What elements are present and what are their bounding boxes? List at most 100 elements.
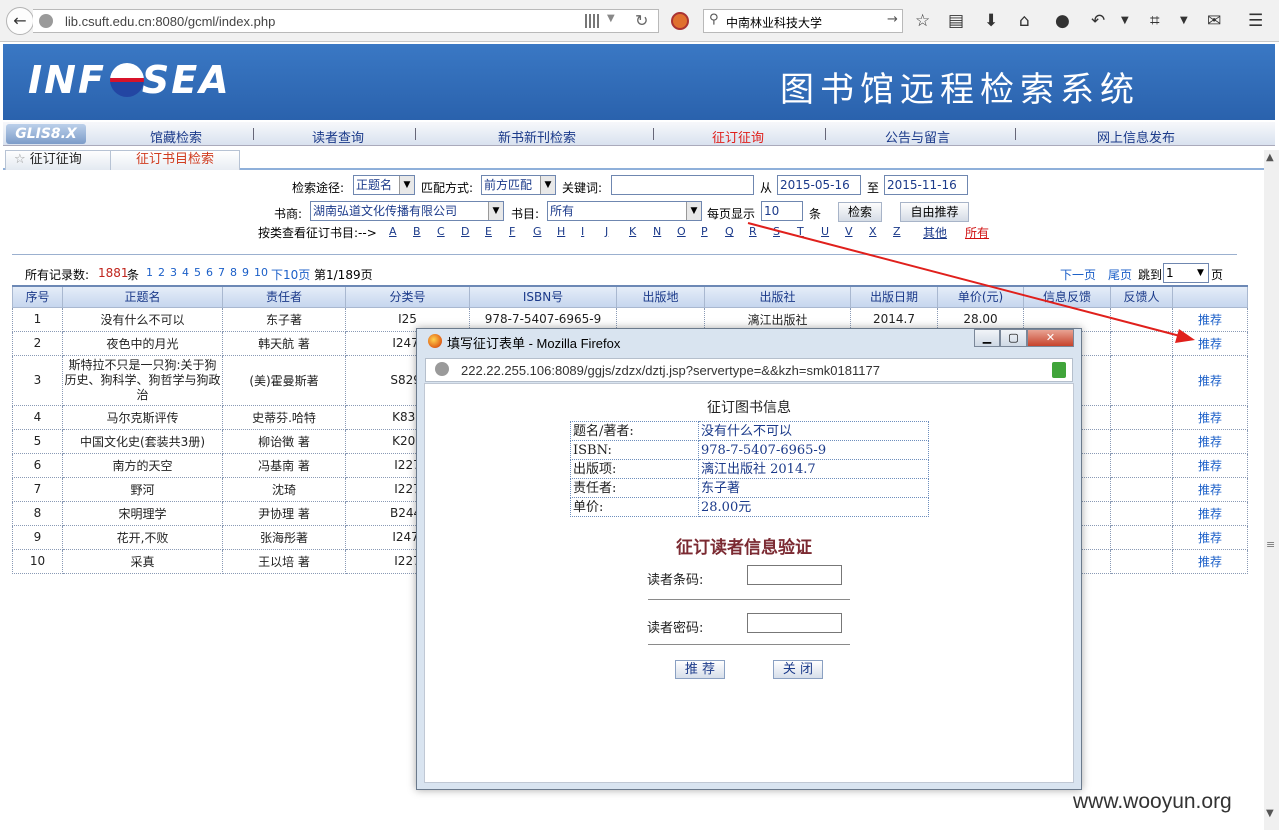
last-page-link[interactable]: 尾页 bbox=[1108, 266, 1132, 283]
recommend-link[interactable]: 推荐 bbox=[1172, 354, 1248, 406]
page-link[interactable]: 9 bbox=[242, 266, 249, 279]
match-select[interactable]: 前方匹配 ▼ bbox=[481, 175, 556, 195]
from-label: 从 bbox=[760, 181, 773, 195]
password-input[interactable] bbox=[747, 613, 842, 633]
close-window-button[interactable]: ✕ bbox=[1027, 329, 1074, 347]
keyword-input[interactable] bbox=[611, 175, 754, 195]
crop-dropdown-icon[interactable]: ▼ bbox=[1180, 10, 1188, 32]
table-cell: 3 bbox=[12, 354, 63, 406]
bookmark-star-icon[interactable]: ☆ bbox=[915, 10, 930, 32]
letter-link[interactable]: Z bbox=[893, 225, 901, 238]
history-dropdown-icon[interactable]: ▼ bbox=[607, 13, 615, 24]
search-button[interactable]: 检索 bbox=[838, 202, 882, 222]
nav-item-collection[interactable]: 馆藏检索 bbox=[150, 127, 202, 146]
letter-link[interactable]: U bbox=[821, 225, 829, 238]
next-page-link[interactable]: 下一页 bbox=[1060, 266, 1096, 283]
recommend-link[interactable]: 推荐 bbox=[1172, 306, 1248, 332]
letter-link[interactable]: F bbox=[509, 225, 515, 238]
page-link[interactable]: 2 bbox=[158, 266, 165, 279]
scroll-grip-icon[interactable]: ≡ bbox=[1266, 538, 1275, 551]
recommend-link[interactable]: 推荐 bbox=[1172, 524, 1248, 550]
info-value: 漓江出版社 2014.7 bbox=[698, 459, 929, 479]
to-date-input[interactable]: 2015-11-16 bbox=[884, 175, 968, 195]
letter-link[interactable]: I bbox=[581, 225, 584, 238]
letter-link[interactable]: H bbox=[557, 225, 565, 238]
letter-link[interactable]: K bbox=[629, 225, 636, 238]
jump-select[interactable]: 1 ▼ bbox=[1163, 263, 1209, 283]
page-link[interactable]: 6 bbox=[206, 266, 213, 279]
next-10-pages-link[interactable]: 下10页 bbox=[271, 266, 310, 283]
download-icon[interactable]: ⬇ bbox=[984, 10, 998, 32]
letter-link[interactable]: E bbox=[485, 225, 492, 238]
barcode-input[interactable] bbox=[747, 565, 842, 585]
letter-link[interactable]: O bbox=[677, 225, 686, 238]
crop-icon[interactable]: ⌗ bbox=[1150, 10, 1160, 32]
letter-link[interactable]: G bbox=[533, 225, 542, 238]
publisher-select[interactable]: 湖南弘道文化传播有限公司 ▼ bbox=[310, 201, 504, 221]
recommend-link[interactable]: 推荐 bbox=[1172, 330, 1248, 356]
page-link[interactable]: 5 bbox=[194, 266, 201, 279]
search-input[interactable]: ⚲ 中南林业科技大学 → bbox=[703, 9, 903, 33]
menu-icon[interactable]: ☰ bbox=[1248, 10, 1263, 32]
page-link[interactable]: 10 bbox=[254, 266, 268, 279]
route-select[interactable]: 正题名 ▼ bbox=[353, 175, 415, 195]
reload-icon[interactable]: ↻ bbox=[635, 11, 648, 30]
letter-link[interactable]: X bbox=[869, 225, 877, 238]
letter-link[interactable]: N bbox=[653, 225, 661, 238]
letter-link[interactable]: P bbox=[701, 225, 708, 238]
page-link[interactable]: 4 bbox=[182, 266, 189, 279]
undo-dropdown-icon[interactable]: ▼ bbox=[1121, 10, 1129, 32]
qr-code-icon[interactable] bbox=[585, 14, 599, 28]
home-icon[interactable]: ⌂ bbox=[1019, 10, 1030, 32]
back-button[interactable]: ← bbox=[6, 7, 34, 35]
letter-link[interactable]: T bbox=[797, 225, 804, 238]
page-link[interactable]: 1 bbox=[146, 266, 153, 279]
page-link[interactable]: 7 bbox=[218, 266, 225, 279]
message-icon[interactable]: ✉ bbox=[1207, 10, 1221, 32]
maximize-button[interactable]: ▢ bbox=[1000, 329, 1027, 347]
page-link[interactable]: 8 bbox=[230, 266, 237, 279]
tab-subscription[interactable]: ☆ 征订征询 bbox=[5, 150, 112, 170]
page-scrollbar[interactable] bbox=[1264, 150, 1279, 830]
url-bar[interactable]: lib.csuft.edu.cn:8080/gcml/index.php ▼ ↻ bbox=[33, 9, 659, 33]
nav-item-publish[interactable]: 网上信息发布 bbox=[1097, 127, 1175, 146]
from-date-input[interactable]: 2015-05-16 bbox=[777, 175, 861, 195]
free-recommend-button[interactable]: 自由推荐 bbox=[900, 202, 969, 222]
tab-catalog-search[interactable]: 征订书目检索 bbox=[110, 150, 240, 170]
other-link[interactable]: 其他 bbox=[923, 224, 947, 241]
letter-link[interactable]: C bbox=[437, 225, 445, 238]
scroll-up-icon[interactable]: ▲ bbox=[1266, 152, 1274, 163]
column-header bbox=[1172, 285, 1248, 308]
scroll-down-icon[interactable]: ▼ bbox=[1266, 808, 1274, 819]
letter-link[interactable]: R bbox=[749, 225, 757, 238]
catalog-select[interactable]: 所有 ▼ bbox=[547, 201, 702, 221]
recommend-button[interactable]: 推 荐 bbox=[675, 660, 725, 679]
undo-icon[interactable]: ↶ bbox=[1091, 10, 1105, 32]
nav-item-subscription[interactable]: 征订征询 bbox=[712, 127, 764, 146]
recommend-link[interactable]: 推荐 bbox=[1172, 548, 1248, 574]
recommend-link[interactable]: 推荐 bbox=[1172, 404, 1248, 430]
letter-link[interactable]: B bbox=[413, 225, 421, 238]
page-link[interactable]: 3 bbox=[170, 266, 177, 279]
search-go-icon[interactable]: → bbox=[887, 12, 898, 27]
chat-icon[interactable]: ● bbox=[1055, 10, 1070, 32]
close-button[interactable]: 关 闭 bbox=[773, 660, 823, 679]
letter-link[interactable]: D bbox=[461, 225, 469, 238]
letter-link[interactable]: A bbox=[389, 225, 397, 238]
letter-link[interactable]: Q bbox=[725, 225, 734, 238]
recommend-link[interactable]: 推荐 bbox=[1172, 476, 1248, 502]
minimize-button[interactable]: ▁ bbox=[974, 329, 1000, 347]
recommend-link[interactable]: 推荐 bbox=[1172, 428, 1248, 454]
adblock-icon[interactable] bbox=[671, 12, 689, 30]
nav-item-notices[interactable]: 公告与留言 bbox=[885, 127, 950, 146]
reading-list-icon[interactable]: ▤ bbox=[948, 10, 964, 32]
nav-item-new-books[interactable]: 新书新刊检索 bbox=[498, 127, 576, 146]
recommend-link[interactable]: 推荐 bbox=[1172, 500, 1248, 526]
letter-link[interactable]: S bbox=[773, 225, 780, 238]
letter-link[interactable]: V bbox=[845, 225, 853, 238]
all-link[interactable]: 所有 bbox=[965, 224, 989, 241]
nav-item-reader[interactable]: 读者查询 bbox=[312, 127, 364, 146]
recommend-link[interactable]: 推荐 bbox=[1172, 452, 1248, 478]
per-page-input[interactable]: 10 bbox=[761, 201, 803, 221]
letter-link[interactable]: J bbox=[605, 225, 608, 238]
